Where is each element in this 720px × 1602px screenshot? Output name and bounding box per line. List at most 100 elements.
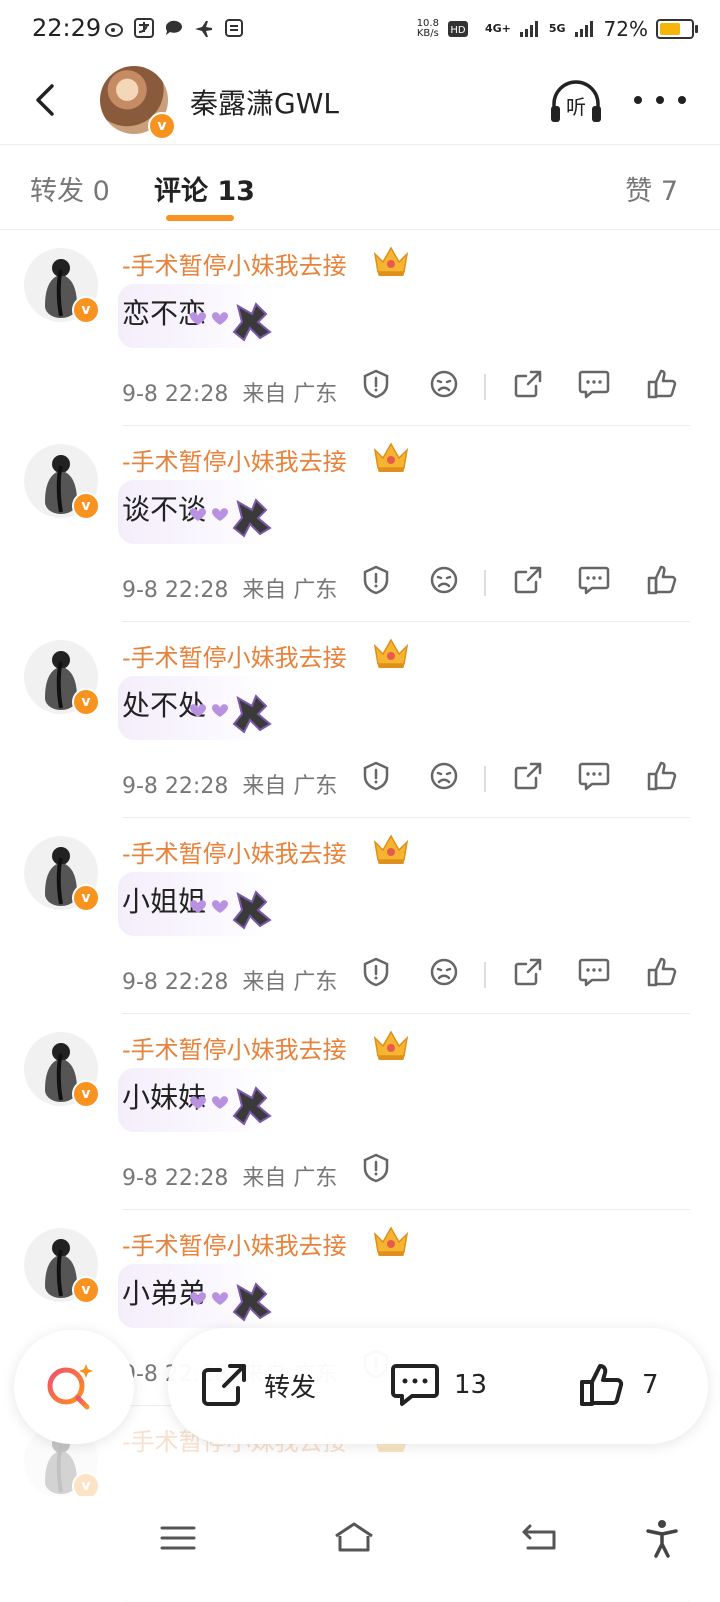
search-icon bbox=[47, 1364, 93, 1410]
comment-actions bbox=[360, 368, 690, 408]
commenter-name[interactable]: -手术暂停小妹我去接 bbox=[122, 1226, 347, 1261]
repost-icon bbox=[202, 1364, 246, 1406]
weibo-icon bbox=[105, 23, 123, 37]
comment-meta: 9-8 22:28 来自 广东 bbox=[122, 768, 337, 800]
verified-badge-icon: v bbox=[148, 112, 176, 140]
verified-badge-icon: v bbox=[72, 1080, 100, 1108]
svg-text:HD: HD bbox=[450, 25, 466, 36]
status-bar: 22:29 10.8 KB/s HD 4G+ 5G 72% bbox=[0, 0, 720, 58]
listen-label: 听 bbox=[566, 95, 586, 119]
report-icon[interactable] bbox=[360, 564, 392, 596]
status-time: 22:29 bbox=[32, 14, 102, 42]
comment-actions bbox=[360, 956, 690, 996]
action-separator bbox=[484, 374, 486, 400]
back-arrow-icon[interactable] bbox=[26, 80, 66, 120]
tab-repost[interactable]: 转发 0 bbox=[30, 169, 110, 208]
system-nav-bar bbox=[0, 1496, 720, 1600]
report-icon[interactable] bbox=[360, 956, 392, 988]
network-type: 4G+ bbox=[484, 22, 511, 35]
thumbs-up-icon[interactable] bbox=[646, 956, 678, 988]
comment-meta: 9-8 22:28 来自 广东 bbox=[122, 572, 337, 604]
dislike-face-icon[interactable] bbox=[428, 368, 460, 400]
comment-source: 来自 广东 bbox=[242, 578, 338, 603]
verified-badge-icon: v bbox=[72, 1276, 100, 1304]
comment-time: 9-8 22:28 bbox=[122, 1166, 229, 1191]
comment-actions bbox=[360, 1152, 690, 1192]
verified-badge-icon: v bbox=[72, 492, 100, 520]
plane-icon bbox=[195, 21, 212, 37]
reply-icon[interactable] bbox=[578, 760, 610, 792]
report-icon[interactable] bbox=[360, 760, 392, 792]
wallet-icon bbox=[225, 19, 243, 37]
crown-badge-icon bbox=[373, 442, 409, 472]
home-icon[interactable] bbox=[332, 1518, 376, 1558]
reply-icon[interactable] bbox=[578, 564, 610, 596]
search-button[interactable] bbox=[14, 1330, 134, 1444]
dislike-face-icon[interactable] bbox=[428, 564, 460, 596]
repost-icon[interactable] bbox=[512, 564, 544, 596]
comment-time: 9-8 22:28 bbox=[122, 774, 229, 799]
comment-actions bbox=[360, 564, 690, 604]
repost-label: 转发 bbox=[264, 1372, 317, 1403]
menu-icon[interactable] bbox=[158, 1518, 198, 1558]
comment-item[interactable]: v -手术暂停小妹我去接 恋不恋 9-8 22:28 来自 广东 bbox=[0, 230, 720, 426]
dislike-face-icon[interactable] bbox=[428, 956, 460, 988]
comment-count: 13 bbox=[454, 1370, 488, 1400]
network-speed: 10.8 KB/s bbox=[417, 19, 439, 39]
repost-button[interactable]: 转发 bbox=[200, 1362, 316, 1408]
thumbs-up-icon bbox=[580, 1364, 624, 1406]
report-icon[interactable] bbox=[360, 368, 392, 400]
comment-item[interactable]: v -手术暂停小妹我去接 小妹妹 9-8 22:28 来自 广东 bbox=[0, 1014, 720, 1210]
commenter-name[interactable]: -手术暂停小妹我去接 bbox=[122, 638, 347, 673]
crown-badge-icon bbox=[373, 246, 409, 276]
comment-meta: 9-8 22:28 来自 广东 bbox=[122, 1160, 337, 1192]
thumbs-up-icon[interactable] bbox=[646, 760, 678, 792]
signal-icon bbox=[519, 21, 538, 37]
comment-item[interactable]: v -手术暂停小妹我去接 谈不谈 9-8 22:28 来自 广东 bbox=[0, 426, 720, 622]
thumbs-up-icon[interactable] bbox=[646, 368, 678, 400]
comment-source: 来自 广东 bbox=[242, 774, 338, 799]
tab-comments[interactable]: 评论 13 bbox=[154, 169, 255, 208]
battery-percent: 72% bbox=[603, 17, 648, 41]
comment-meta: 9-8 22:28 来自 广东 bbox=[122, 376, 337, 408]
heart-bow-decoration-icon bbox=[190, 694, 272, 734]
heart-bow-decoration-icon bbox=[190, 1086, 272, 1126]
like-button[interactable]: 7 bbox=[578, 1362, 659, 1408]
post-action-bar: 转发 13 7 bbox=[168, 1328, 708, 1444]
comment-time: 9-8 22:28 bbox=[122, 578, 229, 603]
verified-badge-icon: v bbox=[72, 296, 100, 324]
comment-item[interactable]: v -手术暂停小妹我去接 小姐姐 9-8 22:28 来自 广东 bbox=[0, 818, 720, 1014]
comment-button[interactable]: 13 bbox=[390, 1362, 487, 1408]
listen-headphone-icon[interactable]: 听 bbox=[548, 78, 604, 126]
commenter-name[interactable]: -手术暂停小妹我去接 bbox=[122, 246, 347, 281]
commenter-name[interactable]: -手术暂停小妹我去接 bbox=[122, 442, 347, 477]
report-icon[interactable] bbox=[360, 1152, 392, 1184]
comment-source: 来自 广东 bbox=[242, 1166, 338, 1191]
chat-icon bbox=[165, 20, 182, 35]
back-nav-icon[interactable] bbox=[520, 1518, 560, 1558]
tab-likes[interactable]: 赞 7 bbox=[625, 169, 678, 208]
speed-unit: KB/s bbox=[416, 28, 439, 39]
comment-time: 9-8 22:28 bbox=[122, 970, 229, 995]
reply-icon[interactable] bbox=[578, 368, 610, 400]
crown-badge-icon bbox=[373, 638, 409, 668]
action-separator bbox=[484, 962, 486, 988]
hd-icon: HD bbox=[447, 21, 468, 37]
repost-icon[interactable] bbox=[512, 956, 544, 988]
dislike-face-icon[interactable] bbox=[428, 760, 460, 792]
accessibility-icon[interactable] bbox=[642, 1518, 682, 1558]
comment-icon bbox=[391, 1364, 439, 1406]
author-name[interactable]: 秦露潇GWL bbox=[190, 82, 339, 122]
repost-icon[interactable] bbox=[512, 760, 544, 792]
commenter-name[interactable]: -手术暂停小妹我去接 bbox=[122, 1030, 347, 1065]
heart-bow-decoration-icon bbox=[190, 498, 272, 538]
repost-icon[interactable] bbox=[512, 368, 544, 400]
more-options-icon[interactable] bbox=[630, 86, 690, 114]
thumbs-up-icon[interactable] bbox=[646, 564, 678, 596]
action-separator bbox=[484, 766, 486, 792]
heart-bow-decoration-icon bbox=[190, 890, 272, 930]
commenter-name[interactable]: -手术暂停小妹我去接 bbox=[122, 834, 347, 869]
comment-item[interactable]: v -手术暂停小妹我去接 处不处 9-8 22:28 来自 广东 bbox=[0, 622, 720, 818]
comment-source: 来自 广东 bbox=[242, 970, 338, 995]
reply-icon[interactable] bbox=[578, 956, 610, 988]
